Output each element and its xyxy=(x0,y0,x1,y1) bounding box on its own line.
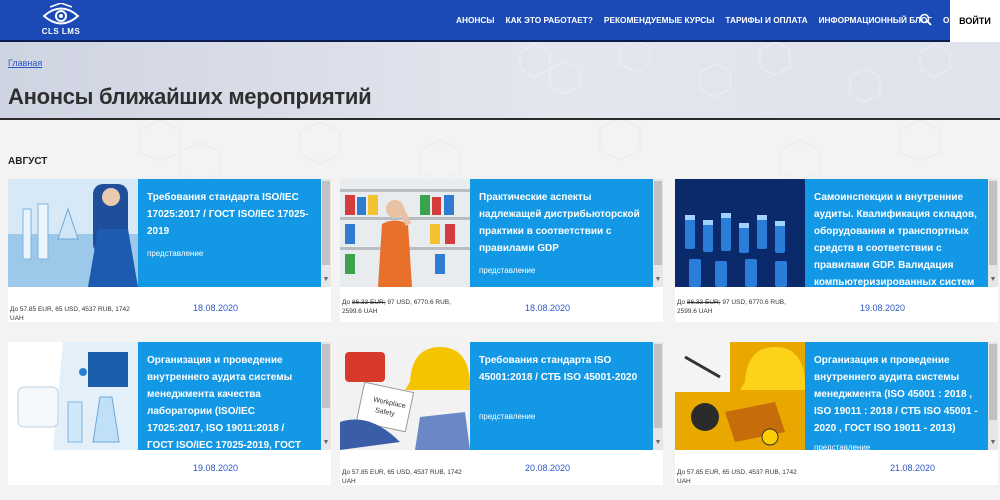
event-date: 21.08.2020 xyxy=(890,463,936,473)
event-title[interactable]: Организация и проведение внутреннего ауд… xyxy=(147,352,312,450)
event-card[interactable]: Практические аспекты надлежащей дистрибь… xyxy=(340,179,663,322)
scrollbar[interactable]: ▼ xyxy=(988,179,998,287)
event-type: представление xyxy=(479,412,536,421)
scroll-down-arrow-icon[interactable]: ▼ xyxy=(989,276,997,284)
event-card[interactable]: Организация и проведение внутреннего ауд… xyxy=(675,342,998,485)
scrollbar[interactable]: ▼ xyxy=(321,342,331,450)
event-title[interactable]: Самоинспекции и внутренние аудиты. Квали… xyxy=(814,189,979,287)
event-price: До 57.85 EUR, 65 USD, 4537 RUB, 1742 UAH xyxy=(10,306,130,322)
event-type: представление xyxy=(814,443,871,450)
event-date: 18.08.2020 xyxy=(525,303,571,313)
hero-banner: Главная Анонсы ближайших мероприятий xyxy=(0,42,1000,118)
logo-text: CLS LMS xyxy=(41,27,81,36)
event-title[interactable]: Требования стандарта ISO 45001:2018 / СТ… xyxy=(479,352,644,386)
scroll-down-arrow-icon[interactable]: ▼ xyxy=(322,276,330,284)
page-title: Анонсы ближайших мероприятий xyxy=(8,84,372,109)
event-type: представление xyxy=(147,249,204,258)
nav-item-announcements[interactable]: АНОНСЫ xyxy=(456,15,495,25)
event-type: представление xyxy=(479,266,536,275)
event-price: До 57.85 EUR, 65 USD, 4537 RUB, 1742 UAH xyxy=(677,469,797,485)
events-section: АВГУСТ Требования стандарта ISO/IEC 1702… xyxy=(0,120,1000,500)
event-title[interactable]: Требования стандарта ISO/IEC 17025:2017 … xyxy=(147,189,312,240)
top-header: CLS LMS АНОНСЫ КАК ЭТО РАБОТАЕТ? РЕКОМЕН… xyxy=(0,0,1000,42)
event-info-panel[interactable]: Организация и проведение внутреннего ауд… xyxy=(805,342,998,450)
event-date: 20.08.2020 xyxy=(525,463,571,473)
event-price: До 86.33 EUR; 97 USD, 6770.6 RUB, 2599.6… xyxy=(677,299,786,315)
nav-item-pricing[interactable]: ТАРИФЫ И ОПЛАТА xyxy=(725,15,807,25)
event-date: 19.08.2020 xyxy=(860,303,906,313)
scroll-down-arrow-icon[interactable]: ▼ xyxy=(322,439,330,447)
event-image-safety: Workplace Safety xyxy=(340,342,470,450)
event-title[interactable]: Организация и проведение внутреннего ауд… xyxy=(814,352,979,437)
logo[interactable]: CLS LMS xyxy=(30,2,92,39)
event-date: 18.08.2020 xyxy=(193,303,239,313)
scroll-down-arrow-icon[interactable]: ▼ xyxy=(989,439,997,447)
event-card[interactable]: Требования стандарта ISO/IEC 17025:2017 … xyxy=(8,179,331,322)
scroll-down-arrow-icon[interactable]: ▼ xyxy=(654,439,662,447)
event-date: 19.08.2020 xyxy=(193,463,239,473)
event-image-ppe xyxy=(675,342,805,450)
event-card[interactable]: Организация и проведение внутреннего ауд… xyxy=(8,342,331,485)
event-info-panel[interactable]: Организация и проведение внутреннего ауд… xyxy=(138,342,331,450)
event-image-pharmacy xyxy=(340,179,470,287)
month-heading: АВГУСТ xyxy=(8,156,48,167)
event-price: До 86.33 EUR; 97 USD, 6770.6 RUB, 2599.6… xyxy=(342,299,451,315)
event-info-panel[interactable]: Требования стандарта ISO/IEC 17025:2017 … xyxy=(138,179,331,287)
event-card[interactable]: Workplace Safety Требования стандарта IS… xyxy=(340,342,663,485)
event-image-lab xyxy=(8,179,138,287)
event-price: До 57.85 EUR, 65 USD, 4537 RUB, 1742 UAH xyxy=(342,469,462,485)
breadcrumb-home[interactable]: Главная xyxy=(8,58,42,68)
event-image-laboratory xyxy=(8,342,138,450)
event-info-panel[interactable]: Самоинспекции и внутренние аудиты. Квали… xyxy=(805,179,998,287)
eye-logo-icon xyxy=(42,2,80,25)
scrollbar[interactable]: ▼ xyxy=(988,342,998,450)
scrollbar[interactable]: ▼ xyxy=(321,179,331,287)
event-info-panel[interactable]: Требования стандарта ISO 45001:2018 / СТ… xyxy=(470,342,663,450)
event-title[interactable]: Практические аспекты надлежащей дистрибь… xyxy=(479,189,644,257)
login-button[interactable]: ВОЙТИ xyxy=(950,0,1000,42)
event-image-vials xyxy=(675,179,805,287)
nav-item-how-it-works[interactable]: КАК ЭТО РАБОТАЕТ? xyxy=(506,15,593,25)
scroll-down-arrow-icon[interactable]: ▼ xyxy=(654,276,662,284)
event-info-panel[interactable]: Практические аспекты надлежащей дистрибь… xyxy=(470,179,663,287)
scrollbar[interactable]: ▼ xyxy=(653,342,663,450)
event-card[interactable]: Самоинспекции и внутренние аудиты. Квали… xyxy=(675,179,998,322)
nav-item-recommended-courses[interactable]: РЕКОМЕНДУЕМЫЕ КУРСЫ xyxy=(604,15,714,25)
search-icon[interactable] xyxy=(918,12,934,28)
scrollbar[interactable]: ▼ xyxy=(653,179,663,287)
main-nav: АНОНСЫ КАК ЭТО РАБОТАЕТ? РЕКОМЕНДУЕМЫЕ К… xyxy=(456,0,981,40)
nav-item-blog[interactable]: ИНФОРМАЦИОННЫЙ БЛОГ xyxy=(819,15,932,25)
